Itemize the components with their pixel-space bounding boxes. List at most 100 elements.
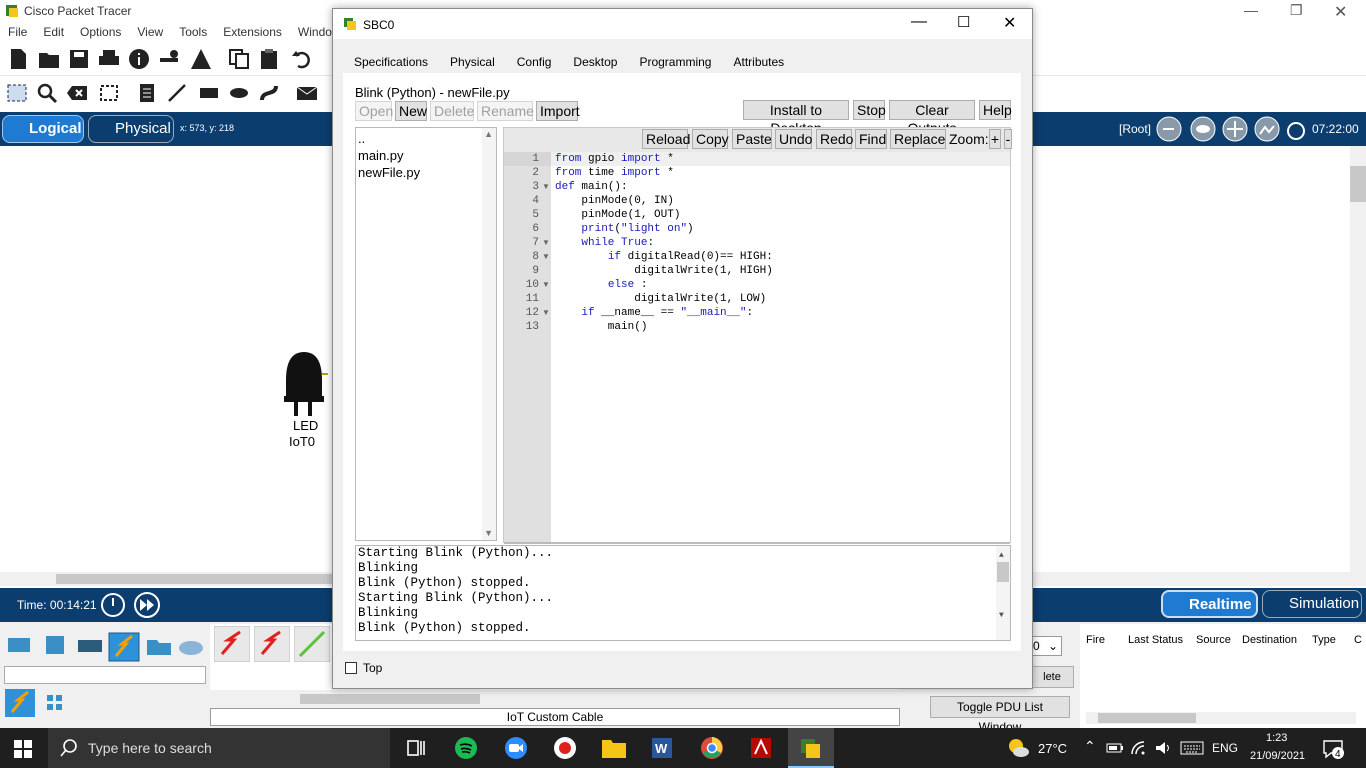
viewport-icon[interactable] <box>1286 120 1308 142</box>
fold-arrow-icon[interactable]: ▼ <box>542 238 550 247</box>
back-icon[interactable] <box>1154 115 1184 143</box>
console-scroll-up-icon[interactable]: ▲ <box>999 548 1004 563</box>
save-icon[interactable] <box>68 48 90 70</box>
select-icon[interactable] <box>6 82 28 104</box>
find-button[interactable]: Find <box>855 129 887 149</box>
menu-edit[interactable]: Edit <box>35 22 72 39</box>
dialog-minimize-icon[interactable]: — <box>911 13 927 31</box>
tab-specifications[interactable]: Specifications <box>343 49 439 73</box>
simulation-mode-button[interactable]: Simulation <box>1262 590 1362 618</box>
file-list-scrollbar[interactable] <box>482 128 496 540</box>
undo-button[interactable]: Undo <box>775 129 812 149</box>
file-list-scroll-down-icon[interactable]: ▼ <box>484 528 493 538</box>
import-button[interactable]: Import <box>536 101 580 121</box>
replace-button[interactable]: Replace <box>890 129 946 149</box>
physical-tab[interactable]: Physical <box>88 115 174 143</box>
draw-rectangle-icon[interactable] <box>198 82 220 104</box>
menu-tools[interactable]: Tools <box>171 22 215 39</box>
fold-arrow-icon[interactable]: ▼ <box>542 252 550 261</box>
grid-subcategory-icon[interactable] <box>44 692 66 714</box>
copy-icon[interactable] <box>228 48 250 70</box>
show-hidden-icons-icon[interactable]: ⌃ <box>1084 738 1096 755</box>
toggle-pdu-list-button[interactable]: Toggle PDU List Window <box>930 696 1070 734</box>
screen-recorder-icon[interactable] <box>553 736 577 760</box>
pdu-list-scrollbar[interactable] <box>1086 712 1356 724</box>
wifi-icon[interactable] <box>1130 740 1148 756</box>
open-button[interactable]: Open <box>355 101 393 121</box>
console-cable-icon[interactable] <box>254 626 290 662</box>
resize-icon[interactable] <box>98 82 120 104</box>
top-checkbox[interactable] <box>345 662 357 674</box>
word-icon[interactable]: W <box>650 736 674 760</box>
tab-attributes[interactable]: Attributes <box>722 49 795 73</box>
tab-config[interactable]: Config <box>506 49 563 73</box>
tab-programming[interactable]: Programming <box>628 49 723 76</box>
print-icon[interactable] <box>98 48 120 70</box>
draw-ellipse-icon[interactable] <box>228 82 250 104</box>
file-item-newfile-py[interactable]: newFile.py <box>356 164 496 181</box>
realtime-mode-button[interactable]: Realtime <box>1161 590 1258 618</box>
chrome-icon[interactable] <box>700 736 724 760</box>
menu-file[interactable]: File <box>0 22 35 39</box>
undo-icon[interactable] <box>290 48 312 70</box>
console-scroll-down-icon[interactable]: ▼ <box>999 608 1004 623</box>
dialog-close-icon[interactable]: ✕ <box>1003 13 1016 33</box>
clock-time[interactable]: 1:23 <box>1266 732 1287 744</box>
windows-start-icon[interactable] <box>14 740 32 758</box>
reload-button[interactable]: Reload <box>642 129 690 149</box>
connections-subcategory-icon[interactable] <box>4 688 36 718</box>
code-area[interactable]: from gpio import * from time import * de… <box>551 152 1010 542</box>
move-icon[interactable] <box>1220 115 1250 143</box>
packet-tracer-taskbar-button[interactable] <box>788 728 834 768</box>
add-pdu-icon[interactable] <box>296 82 318 104</box>
led-device-icon[interactable] <box>282 350 328 420</box>
file-list-scroll-up-icon[interactable]: ▲ <box>484 129 493 139</box>
freeform-icon[interactable] <box>258 82 280 104</box>
delete-icon[interactable] <box>66 82 88 104</box>
copy-button[interactable]: Copy <box>692 129 729 149</box>
zoom-app-icon[interactable] <box>504 736 528 760</box>
cluster-icon[interactable] <box>1188 115 1218 143</box>
delete-button[interactable]: Delete <box>430 101 474 121</box>
install-to-desktop-button[interactable]: Install to Desktop <box>743 100 849 136</box>
tab-physical[interactable]: Physical <box>439 49 506 73</box>
acrobat-icon[interactable] <box>749 736 773 760</box>
logical-tab[interactable]: Logical <box>2 115 84 143</box>
file-explorer-icon[interactable] <box>601 736 627 760</box>
new-file-icon[interactable] <box>8 48 30 70</box>
activity-wizard-icon[interactable] <box>190 48 212 70</box>
draw-line-icon[interactable] <box>166 82 188 104</box>
paste-button[interactable]: Paste <box>732 129 772 149</box>
redo-button[interactable]: Redo <box>816 129 853 149</box>
close-icon[interactable]: ✕ <box>1334 2 1347 22</box>
notifications-icon[interactable]: 4 <box>1322 738 1346 760</box>
clear-outputs-button[interactable]: Clear Outputs <box>889 100 975 136</box>
iot-custom-cable-icon[interactable] <box>294 626 330 662</box>
minimize-icon[interactable]: — <box>1244 2 1258 18</box>
cable-list-scrollbar[interactable] <box>210 692 900 706</box>
clock-date[interactable]: 21/09/2021 <box>1250 750 1305 762</box>
info-icon[interactable] <box>128 48 150 70</box>
dialog-maximize-icon[interactable]: ☐ <box>957 13 970 31</box>
components-category-icon[interactable] <box>74 632 106 660</box>
battery-icon[interactable] <box>1106 740 1124 756</box>
misc-category-icon[interactable] <box>144 632 174 660</box>
menu-options[interactable]: Options <box>72 22 129 39</box>
console-scrollbar[interactable]: ▲ ▼ <box>996 546 1010 640</box>
help-button[interactable]: Help <box>979 100 1012 120</box>
background-icon[interactable] <box>1252 115 1282 143</box>
device-search-field[interactable] <box>4 666 206 684</box>
connections-category-icon[interactable] <box>108 632 140 662</box>
end-devices-category-icon[interactable] <box>40 632 72 660</box>
fast-forward-icon[interactable] <box>132 592 162 618</box>
tab-desktop[interactable]: Desktop <box>562 49 628 73</box>
menu-extensions[interactable]: Extensions <box>215 22 290 39</box>
note-icon[interactable] <box>136 82 158 104</box>
zoom-in-button[interactable]: + <box>989 129 1001 149</box>
taskbar-search[interactable]: Type here to search <box>48 728 390 768</box>
new-button[interactable]: New <box>395 101 427 121</box>
rename-button[interactable]: Rename <box>477 101 534 121</box>
workspace-vertical-scrollbar[interactable] <box>1350 146 1366 572</box>
stop-button[interactable]: Stop <box>853 100 886 120</box>
task-view-icon[interactable] <box>406 738 426 758</box>
